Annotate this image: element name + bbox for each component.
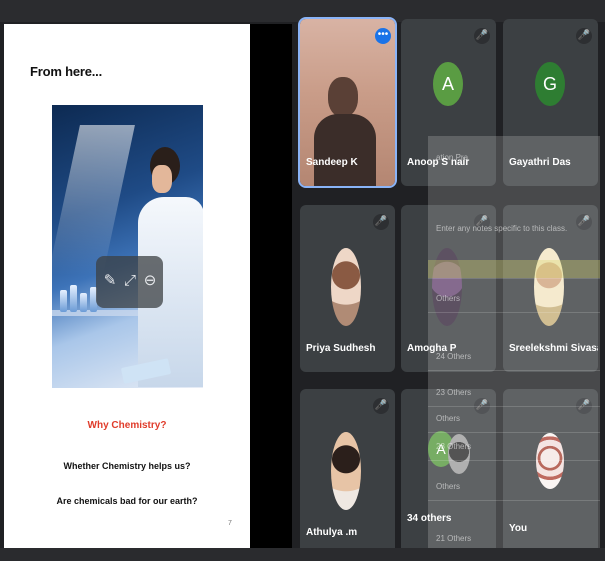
participant-name: Sandeep K: [306, 157, 358, 168]
list-item: Others: [436, 482, 461, 491]
list-item: Others: [436, 294, 461, 303]
mic-off-icon: 🎤: [373, 214, 389, 230]
ghost-overlay-panel: ation Pra Enter any notes specific to th…: [428, 136, 600, 556]
list-item: 21 Others: [436, 534, 472, 543]
slide-heading: From here...: [30, 64, 103, 79]
slide-question-2: Are chemicals bad for our earth?: [56, 496, 198, 506]
mic-off-icon: 🎤: [373, 398, 389, 414]
mic-off-icon: 🎤: [474, 28, 490, 44]
slide-why-title: Why Chemistry?: [87, 420, 167, 431]
list-item: 24 Others: [436, 352, 472, 361]
presentation-slide: From here... ✎ ⤢ ⊖ Why Chemistry? Whethe…: [4, 24, 250, 548]
participant-tile-athulya[interactable]: 🎤 Athulya .m: [300, 389, 395, 556]
slide-question-1: Whether Chemistry helps us?: [63, 461, 191, 471]
panel-title: ation Pra: [436, 153, 469, 162]
mic-off-icon: 🎤: [576, 28, 592, 44]
more-options-button[interactable]: •••: [375, 28, 391, 44]
participant-name: Athulya .m: [306, 527, 358, 538]
avatar: G: [535, 62, 565, 106]
list-item: Others: [436, 414, 461, 423]
list-item: 23 Others: [436, 442, 472, 451]
meeting-window: From here... ✎ ⤢ ⊖ Why Chemistry? Whethe…: [0, 0, 605, 561]
slide-page-number: 7: [228, 520, 232, 527]
avatar: [331, 248, 361, 326]
scientist-lab-image: [52, 105, 203, 388]
avatar: A: [433, 62, 463, 106]
pin-off-icon[interactable]: ✎: [101, 272, 119, 290]
participant-tile-sandeep[interactable]: ••• Sandeep K: [298, 17, 397, 188]
participant-tile-priya[interactable]: 🎤 Priya Sudhesh: [300, 205, 395, 372]
list-item: 23 Others: [436, 388, 472, 397]
participant-name: Priya Sudhesh: [306, 343, 376, 354]
bottom-bar: [0, 548, 605, 561]
tile-hover-controls: ✎ ⤢ ⊖: [96, 256, 163, 308]
avatar: [331, 432, 361, 510]
notes-placeholder: Enter any notes specific to this class.: [436, 224, 568, 233]
presentation-margin: [250, 24, 292, 548]
remove-icon[interactable]: ⊖: [141, 272, 159, 290]
fullscreen-icon[interactable]: ⤢: [121, 272, 139, 290]
